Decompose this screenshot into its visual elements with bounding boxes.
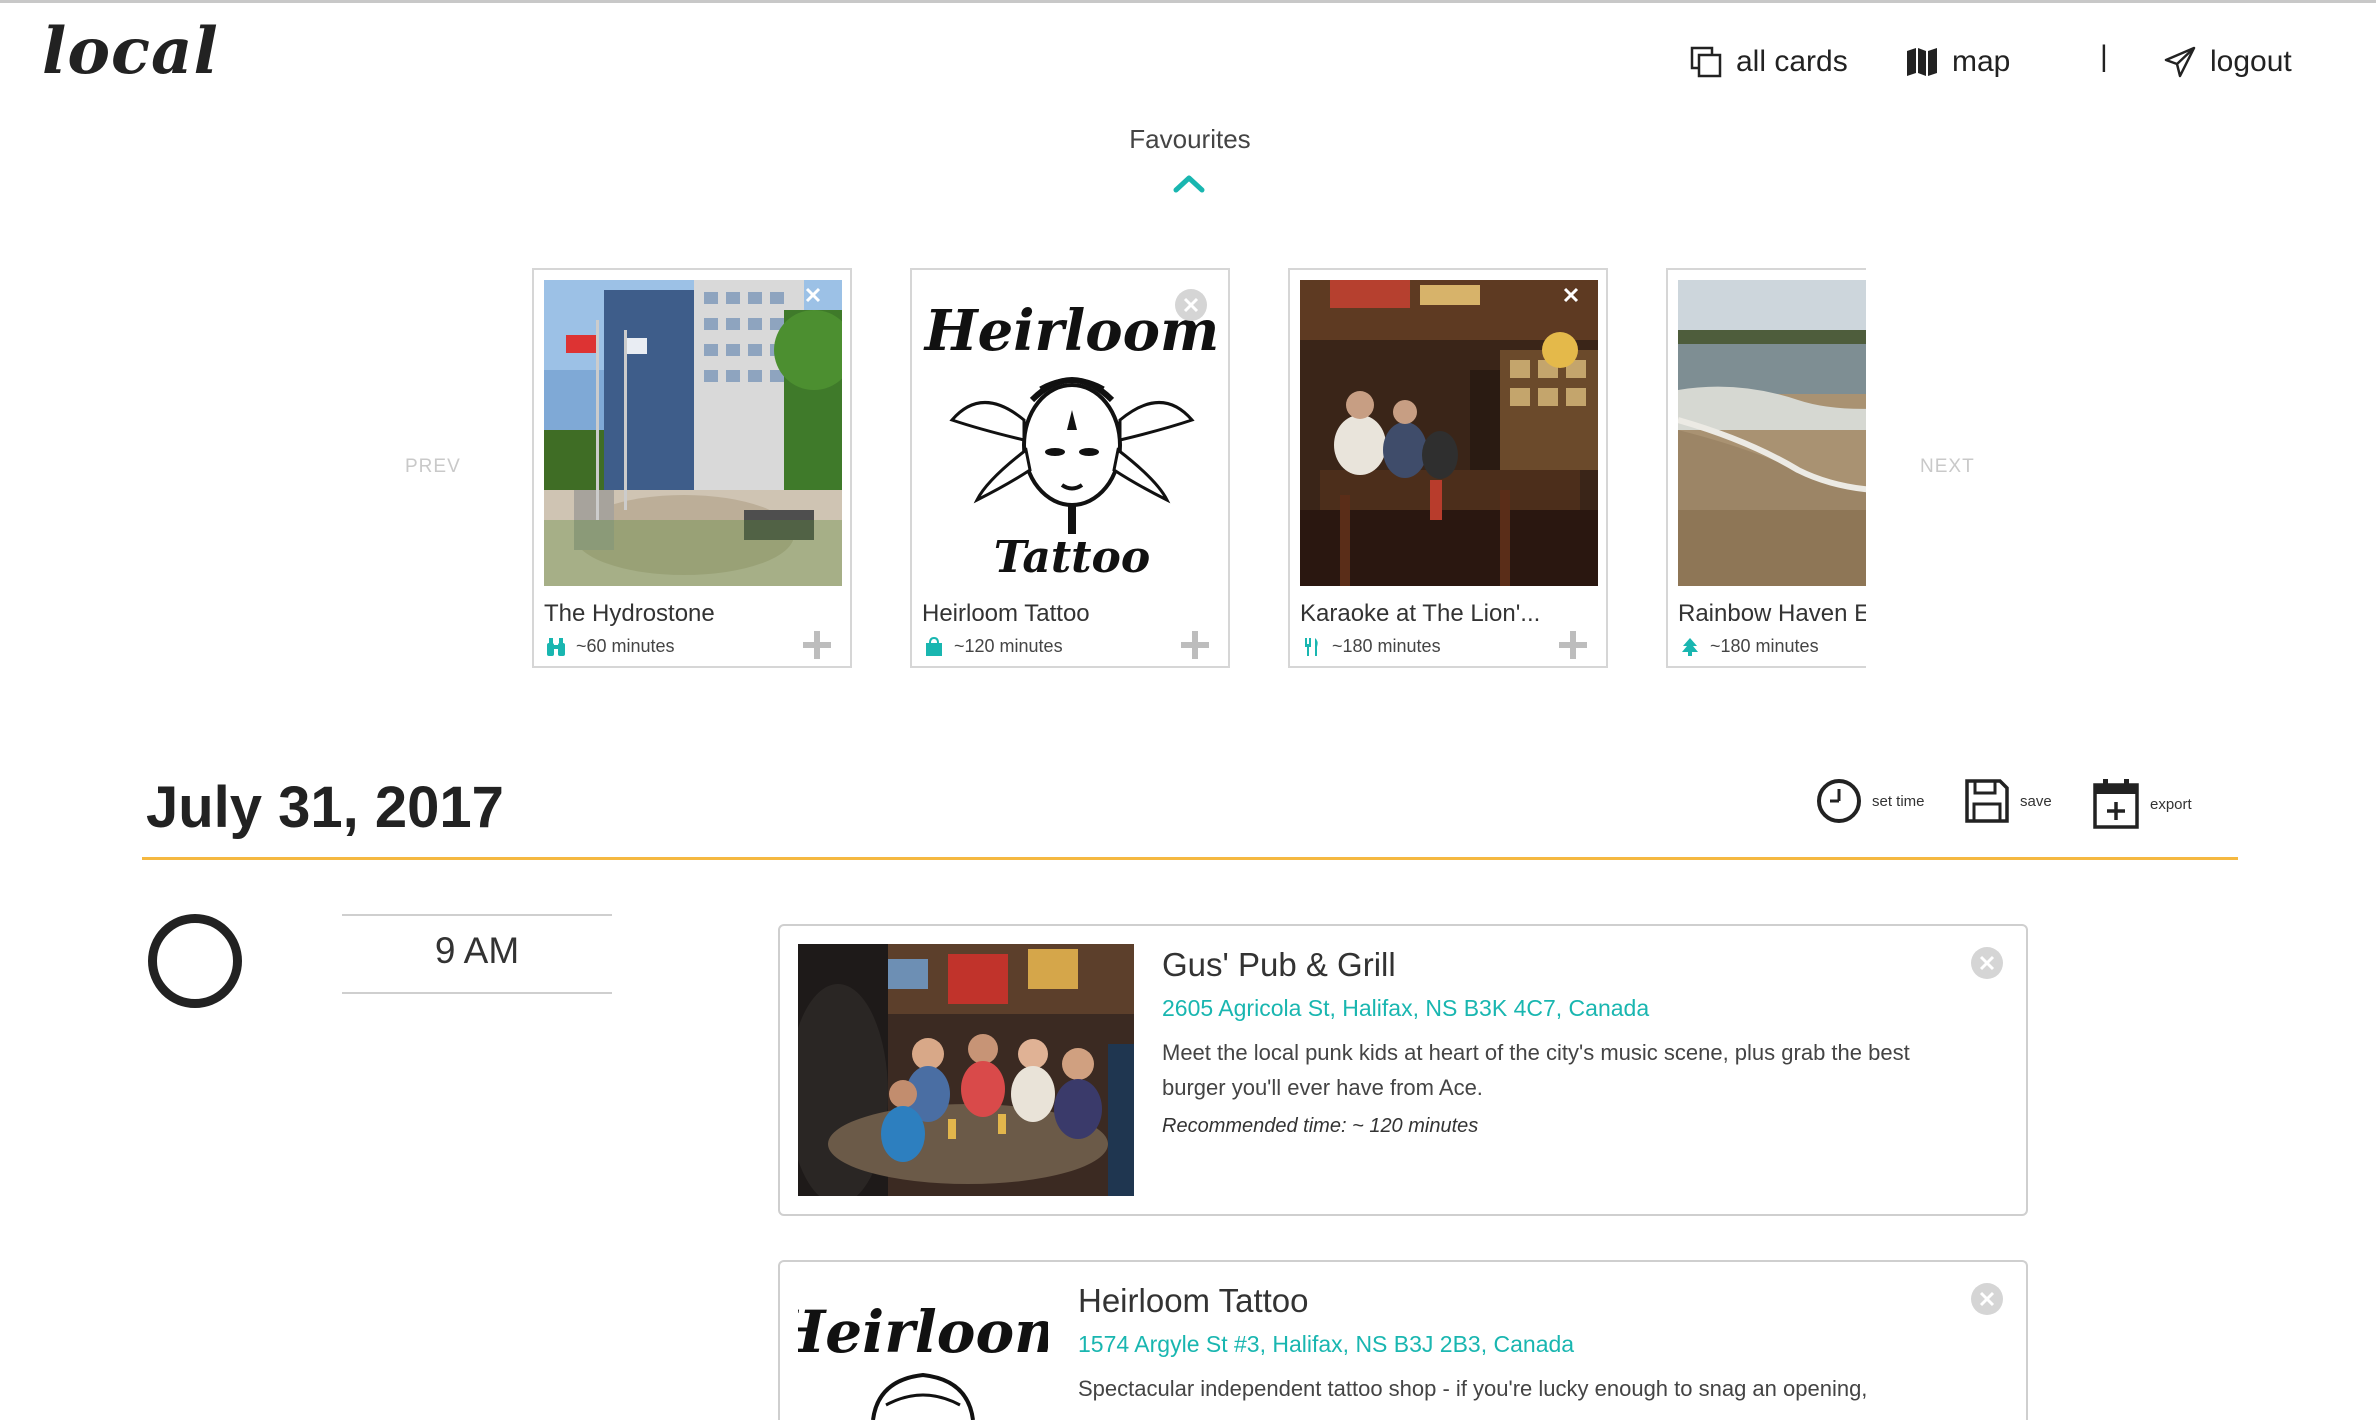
favourite-duration: ~180 minutes [1710,636,1819,656]
utensils-icon [1305,637,1318,656]
map-icon [1907,48,1937,76]
floppy-disk-icon [1965,779,2009,823]
itinerary-photo-gus-pub [798,944,1134,1196]
nav-map[interactable]: map [1906,40,2010,84]
favourite-name: Karaoke at The Lion'... [1300,600,1541,627]
favourite-name: The Hydrostone [544,600,715,627]
favourite-duration: ~180 minutes [1332,636,1441,656]
app-logo[interactable]: local [42,14,219,89]
itinerary-heirloom-logo: Heirloom [798,1298,1048,1366]
remove-favourite-button[interactable] [802,284,824,311]
nav-logout[interactable]: logout [2164,40,2292,84]
close-circle-icon [1175,289,1207,321]
itinerary-card[interactable]: Gus' Pub & Grill 2605 Agricola St, Halif… [778,924,2028,1216]
clock-icon [1817,779,1861,823]
carousel-prev[interactable]: PREV [405,456,461,478]
favourite-photo-hydrostone [544,280,842,586]
favourite-duration: ~120 minutes [954,636,1063,656]
save-button[interactable]: save [1964,778,2052,824]
favourite-meta: ~180 minutes [1680,636,1819,657]
plus-icon [1181,631,1209,659]
favourite-meta: ~120 minutes [924,636,1063,657]
close-icon [1563,287,1579,303]
cards-stack-icon [1690,46,1722,78]
favourite-meta: ~60 minutes [546,636,675,657]
itinerary-card[interactable]: Heirloom Heirloom Tattoo 1574 Argyle St … [778,1260,2028,1420]
itinerary-photo-heirloom: Heirloom [798,1280,1048,1420]
set-time-button[interactable]: set time [1816,778,1925,824]
nav-all-cards-label: all cards [1736,45,1848,78]
favourite-name: Rainbow Haven E [1678,600,1866,627]
add-to-itinerary-button[interactable] [802,630,832,665]
favourite-name: Heirloom Tattoo [922,600,1090,627]
save-label: save [2020,792,2052,810]
favourite-meta: ~180 minutes [1302,636,1441,657]
set-time-label: set time [1872,792,1925,810]
favourite-duration: ~60 minutes [576,636,675,656]
chevron-up-icon [1173,175,1205,193]
add-to-itinerary-button[interactable] [1180,630,1210,665]
close-circle-icon [1971,1283,2003,1315]
itinerary-description: Meet the local punk kids at heart of the… [1162,1040,1910,1100]
carousel-next[interactable]: NEXT [1920,456,1975,478]
favourite-photo-rainbow-haven [1678,280,1866,586]
time-slot-bottom-border [342,992,612,994]
itinerary-description: Spectacular independent tattoo shop - if… [1078,1376,1868,1401]
timeline-marker [148,914,242,1008]
remove-favourite-button[interactable] [1174,288,1208,327]
itinerary-title: Heirloom Tattoo [1078,1282,1309,1319]
favourite-card[interactable]: Heirloom Tattoo Heirloom Tattoo ~120 min… [910,268,1230,668]
binoculars-icon [547,637,565,656]
plus-icon [1559,631,1587,659]
heirloom-logo-bottom: Tattoo [994,532,1150,583]
remove-itinerary-button[interactable] [1970,1282,2004,1321]
export-label: export [2150,795,2192,813]
favourites-title: Favourites [1129,124,1251,154]
nav-separator: | [2100,40,2108,73]
close-icon [805,287,821,303]
itinerary-address[interactable]: 1574 Argyle St #3, Halifax, NS B3J 2B3, … [1078,1331,1574,1358]
itinerary-date: July 31, 2017 [146,775,504,840]
top-border [0,0,2376,3]
remove-favourite-button[interactable] [1560,284,1582,311]
export-button[interactable]: export [2092,778,2192,830]
itinerary-title: Gus' Pub & Grill [1162,946,1396,983]
favourite-card[interactable]: Karaoke at The Lion'... ~180 minutes [1288,268,1608,668]
favourites-collapse-toggle[interactable] [1172,172,1206,199]
paper-plane-icon [2164,46,2196,78]
plus-icon [803,631,831,659]
favourite-photo-karaoke [1300,280,1598,586]
nav-map-label: map [1952,45,2011,78]
shopping-bag-icon [926,636,942,656]
add-to-itinerary-button[interactable] [1558,630,1588,665]
nav-logout-label: logout [2210,45,2292,78]
remove-itinerary-button[interactable] [1970,946,2004,985]
favourites-carousel: The Hydrostone ~60 minutes Heirloom Tatt… [530,266,1866,676]
time-slot-top-border [342,914,612,916]
close-circle-icon [1971,947,2003,979]
favourite-card[interactable]: The Hydrostone ~60 minutes [532,268,852,668]
nav-all-cards[interactable]: all cards [1690,40,1848,84]
date-divider [142,857,2238,860]
favourite-card[interactable]: Rainbow Haven E ~180 minutes [1666,268,1866,668]
tree-icon [1682,637,1698,656]
calendar-plus-icon [2093,779,2139,829]
itinerary-recommended-time: Recommended time: ~ 120 minutes [1162,1115,1479,1137]
itinerary-address[interactable]: 2605 Agricola St, Halifax, NS B3K 4C7, C… [1162,995,1649,1022]
time-slot-label[interactable]: 9 AM [342,930,612,972]
